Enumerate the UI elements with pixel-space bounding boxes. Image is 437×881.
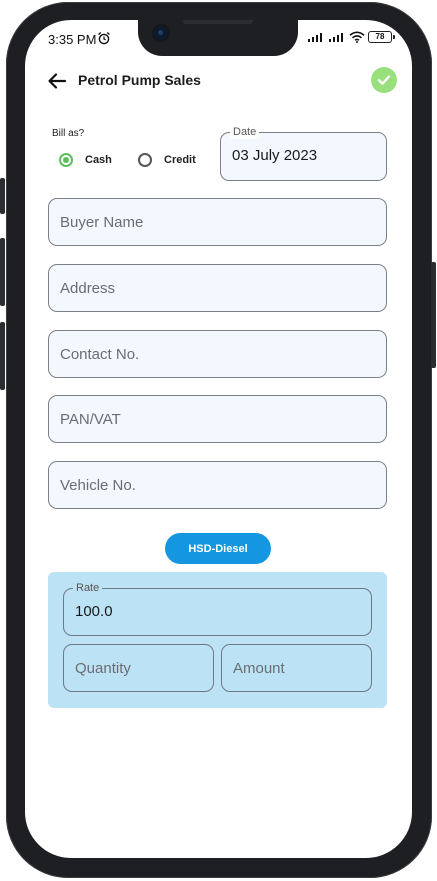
radio-cash[interactable]: Cash [59,153,112,167]
volume-button [0,238,5,306]
bill-as-label: Bill as? [52,128,85,139]
pan-vat-input[interactable]: PAN/VAT [48,395,387,443]
signal-icon [329,32,343,42]
buyer-name-input[interactable]: Buyer Name [48,198,387,246]
radio-credit-label: Credit [164,154,196,166]
status-time: 3:35 PM [48,32,97,47]
status-icons: 78 [307,31,395,43]
rate-panel: Rate 100.0 Quantity Amount [48,572,387,708]
pan-vat-placeholder: PAN/VAT [60,411,121,428]
radio-credit[interactable]: Credit [138,153,196,167]
address-placeholder: Address [60,280,116,297]
buyer-name-placeholder: Buyer Name [60,214,144,231]
contact-number-placeholder: Contact No. [60,346,140,363]
radio-cash-label: Cash [85,154,112,166]
fuel-type-chip[interactable]: HSD-Diesel [165,533,271,564]
app-bar: Petrol Pump Sales [25,64,412,104]
speaker-grille [183,20,253,24]
contact-number-input[interactable]: Contact No. [48,330,387,378]
vehicle-number-placeholder: Vehicle No. [60,477,136,494]
front-camera [154,26,168,40]
volume-button [0,322,5,390]
arrow-left-icon[interactable] [45,69,69,93]
amount-input[interactable]: Amount [221,644,372,692]
page-title: Petrol Pump Sales [78,72,201,88]
battery-icon: 78 [368,31,395,43]
date-field-label: Date [230,125,260,139]
radio-button-unselected[interactable] [138,153,152,167]
quantity-placeholder: Quantity [75,660,131,677]
signal-icon [308,32,322,42]
rate-field-label: Rate [73,581,103,595]
vehicle-number-input[interactable]: Vehicle No. [48,461,387,509]
wifi-icon [349,31,365,43]
date-value: 03 July 2023 [232,147,318,164]
check-circle-icon [377,75,391,85]
camera-notch [138,20,298,56]
quantity-input[interactable]: Quantity [63,644,214,692]
rate-value: 100.0 [75,603,113,620]
volume-button [0,178,5,214]
power-button [431,262,436,368]
date-field[interactable]: Date 03 July 2023 [220,125,387,181]
alarm-icon [98,32,110,45]
radio-button-selected[interactable] [59,153,73,167]
rate-input[interactable]: Rate 100.0 [63,581,372,636]
phone-screen: 3:35 PM 78 Petrol Pump Sales Bill as? Ca… [25,20,412,858]
address-input[interactable]: Address [48,264,387,312]
amount-placeholder: Amount [233,660,285,677]
save-button[interactable] [371,67,397,93]
